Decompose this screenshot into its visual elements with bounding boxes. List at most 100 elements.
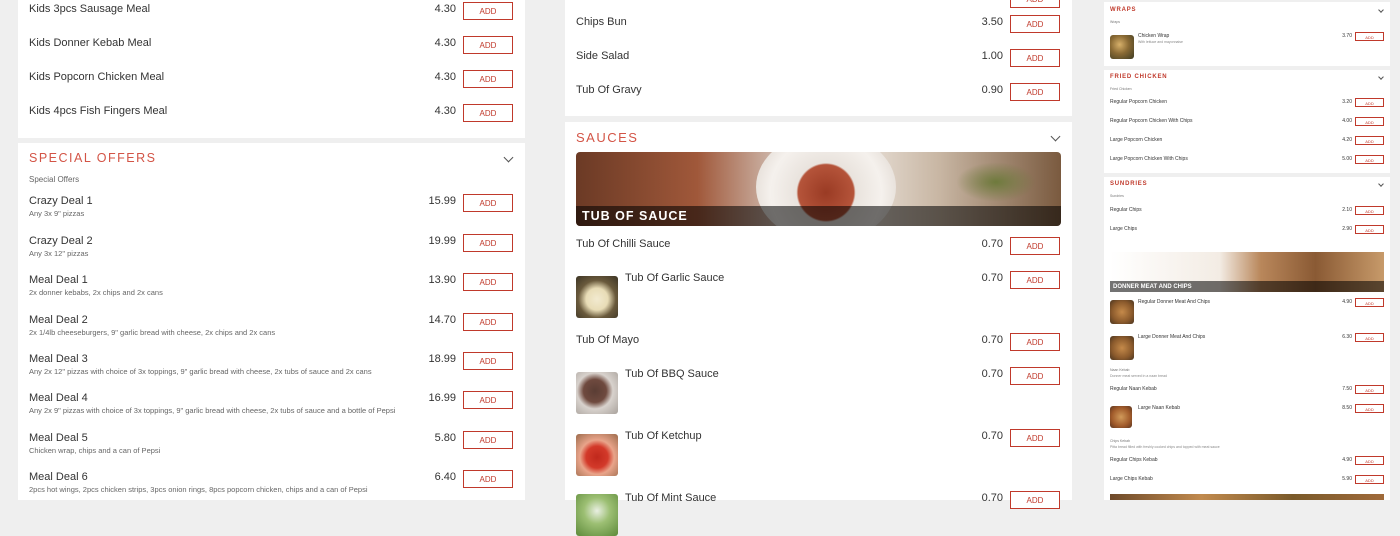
item-name: Tub Of Chilli Sauce xyxy=(576,238,671,250)
add-button[interactable]: ADD xyxy=(1355,206,1384,215)
add-button[interactable]: ADD xyxy=(463,431,513,449)
item-price: 4.20 xyxy=(1342,137,1352,143)
item-name: Kids 4pcs Fish Fingers Meal xyxy=(29,105,168,117)
item-price: 4.30 xyxy=(434,71,456,83)
add-button[interactable]: ADD xyxy=(463,36,513,54)
section-title[interactable]: SUNDRIES xyxy=(1110,181,1147,187)
item-price: 6.30 xyxy=(1342,334,1352,340)
add-button[interactable]: ADD xyxy=(1010,83,1060,101)
add-button[interactable]: ADD xyxy=(463,352,513,370)
add-button[interactable]: ADD xyxy=(463,234,513,252)
item-price: 4.30 xyxy=(434,37,456,49)
item-price: 5.90 xyxy=(1342,476,1352,482)
item-name: Tub Of Mayo xyxy=(576,334,640,346)
item-price: 8.50 xyxy=(1342,405,1352,411)
item-name: Large Chips xyxy=(1110,226,1137,232)
add-button[interactable]: ADD xyxy=(1010,0,1060,8)
add-button[interactable]: ADD xyxy=(1010,237,1060,255)
item-price: 6.40 xyxy=(434,471,456,483)
add-button[interactable]: ADD xyxy=(463,2,513,20)
add-button[interactable]: ADD xyxy=(1010,15,1060,33)
item-price: 19.99 xyxy=(428,235,456,247)
add-button[interactable]: ADD xyxy=(1355,298,1384,307)
item-description: Any 3x 12" pizzas xyxy=(29,249,89,258)
add-button[interactable]: ADD xyxy=(463,104,513,122)
chevron-down-icon[interactable] xyxy=(1378,181,1384,187)
sauces-panel: SAUCES TUB OF SAUCE Tub Of Chilli Sauce … xyxy=(565,122,1072,536)
section-subtitle: Sundries xyxy=(1110,194,1124,198)
bbq-sauce-photo xyxy=(576,372,618,414)
item-name: Crazy Deal 1 xyxy=(29,195,93,207)
section-title[interactable]: SPECIAL OFFERS xyxy=(29,151,157,165)
item-name: Meal Deal 2 xyxy=(29,314,88,326)
item-price: 0.70 xyxy=(981,238,1003,250)
add-button[interactable]: ADD xyxy=(1010,367,1060,385)
add-button[interactable]: ADD xyxy=(1355,32,1384,41)
item-name: Large Donner Meat And Chips xyxy=(1138,334,1206,340)
item-name: Chicken Wrap xyxy=(1138,33,1170,39)
item-name: Meal Deal 4 xyxy=(29,392,88,404)
add-button[interactable]: ADD xyxy=(1355,155,1384,164)
add-button[interactable]: ADD xyxy=(1355,225,1384,234)
donner-photo xyxy=(1110,300,1134,324)
add-button[interactable]: ADD xyxy=(1010,271,1060,289)
item-name: Chips Bun xyxy=(576,16,627,28)
add-button[interactable]: ADD xyxy=(1355,117,1384,126)
add-button[interactable]: ADD xyxy=(1355,385,1384,394)
add-button[interactable]: ADD xyxy=(1355,404,1384,413)
add-button[interactable]: ADD xyxy=(1010,49,1060,67)
item-price: 7.50 xyxy=(1342,386,1352,392)
item-price: 13.90 xyxy=(428,274,456,286)
ketchup-photo xyxy=(576,434,618,476)
item-price: 0.70 xyxy=(981,430,1003,442)
chevron-down-icon[interactable] xyxy=(1050,131,1061,142)
section-subtitle: Chips Kebab xyxy=(1110,439,1131,443)
chevron-down-icon[interactable] xyxy=(503,152,514,163)
item-description: 2x 1/4lb cheeseburgers, 9" garlic bread … xyxy=(29,328,276,337)
item-name: Large Chips Kebab xyxy=(1110,476,1153,482)
item-price: 2.90 xyxy=(1342,226,1352,232)
item-name: Large Naan Kebab xyxy=(1138,405,1180,411)
item-name: Side Salad xyxy=(576,50,630,62)
item-name: Kids Donner Kebab Meal xyxy=(29,37,152,49)
add-button[interactable]: ADD xyxy=(1010,429,1060,447)
item-description: Any 2x 9" pizzas with choice of 3x toppi… xyxy=(29,406,396,415)
wraps-panel: WRAPS Wraps Chicken Wrap With lettuce an… xyxy=(1104,2,1390,66)
donner-banner: DONNER MEAT AND CHIPS xyxy=(1110,252,1384,292)
add-button[interactable]: ADD xyxy=(463,470,513,488)
add-button[interactable]: ADD xyxy=(463,70,513,88)
add-button[interactable]: ADD xyxy=(1010,491,1060,509)
add-button[interactable]: ADD xyxy=(1355,98,1384,107)
section-title[interactable]: WRAPS xyxy=(1110,7,1136,13)
item-name: Tub Of BBQ Sauce xyxy=(625,368,719,380)
item-name: Kids 3pcs Sausage Meal xyxy=(29,3,151,15)
garlic-sauce-photo xyxy=(576,276,618,318)
add-button[interactable]: ADD xyxy=(1355,333,1384,342)
add-button[interactable]: ADD xyxy=(463,194,513,212)
banner-title: DONNER MEAT AND CHIPS xyxy=(1113,284,1192,290)
add-button[interactable]: ADD xyxy=(1355,475,1384,484)
add-button[interactable]: ADD xyxy=(1010,333,1060,351)
donner-photo xyxy=(1110,336,1134,360)
chicken-wrap-photo xyxy=(1110,35,1134,59)
section-title[interactable]: FRIED CHICKEN xyxy=(1110,74,1167,80)
fried-chicken-panel: FRIED CHICKEN Fried Chicken Regular Popc… xyxy=(1104,70,1390,173)
item-description: With lettuce and mayonnaise xyxy=(1138,40,1183,44)
section-subtitle: Naan Kebab xyxy=(1110,368,1130,372)
item-price: 3.70 xyxy=(1342,33,1352,39)
add-button[interactable]: ADD xyxy=(463,313,513,331)
chevron-down-icon[interactable] xyxy=(1378,74,1384,80)
add-button[interactable]: ADD xyxy=(1355,136,1384,145)
item-name: Regular Chips Kebab xyxy=(1110,457,1158,463)
item-price: 5.80 xyxy=(434,432,456,444)
sides-panel: ADD Chips Bun 3.50 ADD Side Salad 1.00 A… xyxy=(565,0,1072,116)
add-button[interactable]: ADD xyxy=(463,273,513,291)
item-price: 0.70 xyxy=(981,368,1003,380)
section-title[interactable]: SAUCES xyxy=(576,130,638,145)
herb-decoration xyxy=(956,162,1036,202)
add-button[interactable]: ADD xyxy=(463,391,513,409)
add-button[interactable]: ADD xyxy=(1355,456,1384,465)
chevron-down-icon[interactable] xyxy=(1378,7,1384,13)
item-price: 5.00 xyxy=(1342,156,1352,162)
section-description: Donner meat served in a naan bread xyxy=(1110,374,1168,378)
